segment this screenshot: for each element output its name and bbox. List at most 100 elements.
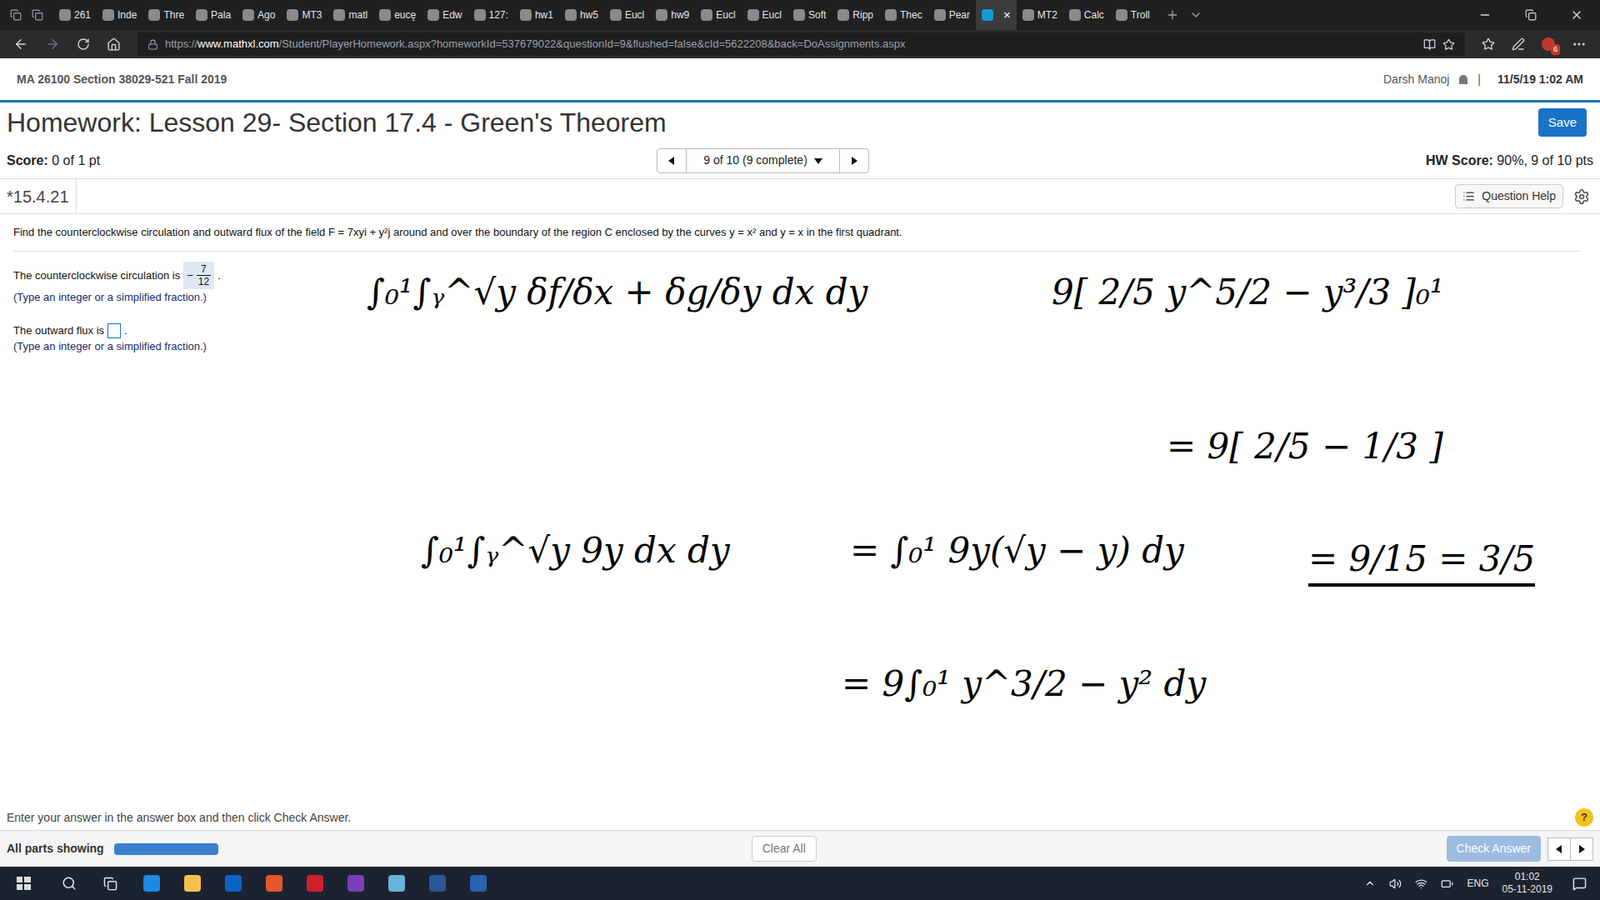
- tab-favicon-icon: [102, 9, 115, 21]
- home-icon[interactable]: [106, 37, 121, 52]
- browser-tab[interactable]: Thec: [879, 0, 929, 30]
- tab-favicon-icon: [427, 9, 440, 21]
- browser-tab[interactable]: 127:: [468, 0, 515, 30]
- favorites-icon[interactable]: [1481, 37, 1495, 51]
- search-icon[interactable]: [61, 875, 77, 891]
- refresh-icon[interactable]: [76, 37, 90, 51]
- tab-favicon-icon: [885, 9, 897, 21]
- clear-all-button[interactable]: Clear All: [751, 835, 817, 862]
- browser-tab[interactable]: eucę: [373, 0, 422, 30]
- browser-tab[interactable]: Eucl: [604, 0, 650, 30]
- browser-tab[interactable]: hw1: [514, 0, 560, 30]
- ink-annotation: 9[ 2/5 y^5/2 − y³/3 ]₀¹: [1051, 275, 1445, 310]
- browser-tab[interactable]: matl: [327, 0, 374, 30]
- task-view-icon[interactable]: [103, 876, 118, 891]
- tab-favicon-icon: [195, 9, 208, 21]
- question-help-button[interactable]: Question Help: [1455, 184, 1564, 209]
- forward-icon[interactable]: [45, 36, 60, 52]
- taskbar-app-icon[interactable]: [253, 866, 295, 900]
- browser-tab[interactable]: Pala: [190, 0, 237, 30]
- ink-annotation: ∫₀¹∫ᵧ^√y 9y dx dy: [420, 533, 730, 569]
- new-tab-icon[interactable]: [1165, 8, 1180, 22]
- prev-question[interactable]: [657, 149, 687, 173]
- more-icon[interactable]: [1571, 36, 1587, 52]
- prev-icon: [667, 156, 676, 165]
- ink-annotation: = 9[ 2/5 − 1/3 ]: [1166, 429, 1444, 465]
- answer-box[interactable]: −712: [183, 261, 215, 290]
- tab-set-icon[interactable]: [31, 9, 44, 21]
- close-icon[interactable]: [1570, 8, 1584, 22]
- tab-favicon-icon: [837, 9, 850, 21]
- check-answer-button[interactable]: Check Answer: [1446, 835, 1541, 862]
- browser-tab[interactable]: Calc: [1063, 0, 1110, 30]
- browser-tab[interactable]: Pear: [928, 0, 976, 30]
- taskbar-app-icon[interactable]: [335, 866, 376, 900]
- clock[interactable]: 01:0205-11-2019: [1502, 870, 1554, 896]
- prev-part-icon: [1555, 845, 1564, 854]
- language-indicator[interactable]: ENG: [1466, 875, 1489, 891]
- taskbar-app-icon[interactable]: [212, 866, 254, 900]
- browser-tab[interactable]: hw5: [559, 0, 605, 30]
- taskbar-app-icon[interactable]: [130, 866, 172, 900]
- tab-favicon-icon: [1115, 9, 1128, 21]
- wifi-icon[interactable]: [1415, 877, 1428, 890]
- browser-tab[interactable]: MT2: [1016, 0, 1064, 30]
- restore-icon[interactable]: [1525, 9, 1537, 21]
- tab-favicon-icon: [379, 9, 391, 21]
- windows-icon[interactable]: [0, 875, 49, 892]
- tab-favicon-icon: [474, 9, 486, 21]
- browser-tab[interactable]: Inde: [96, 0, 143, 30]
- settings-icon[interactable]: [1573, 188, 1590, 205]
- tray-expand-icon[interactable]: [1364, 877, 1376, 890]
- list-icon: [1462, 190, 1475, 203]
- minimize-icon[interactable]: [1478, 8, 1492, 22]
- browser-tab[interactable]: Ago: [236, 0, 281, 30]
- tab-favicon-icon: [655, 9, 668, 21]
- notifications-icon[interactable]: [1572, 876, 1587, 891]
- browser-tab[interactable]: Soft: [787, 0, 832, 30]
- next-question[interactable]: [839, 149, 869, 173]
- taskbar-app-icon[interactable]: [375, 866, 417, 900]
- tab-favicon-icon: [565, 9, 577, 21]
- browser-tab[interactable]: Edw: [421, 0, 468, 30]
- user-icon: [1459, 75, 1468, 85]
- next-icon: [850, 156, 859, 165]
- address-field[interactable]: https://www.mathxl.com/Student/PlayerHom…: [137, 32, 1465, 56]
- next-part[interactable]: [1570, 838, 1593, 860]
- browser-tab[interactable]: Eucl: [695, 0, 741, 30]
- back-icon[interactable]: [13, 36, 29, 52]
- tab-favicon-icon: [747, 9, 760, 21]
- browser-tab[interactable]: hw9: [650, 0, 695, 30]
- help-button[interactable]: ?: [1575, 808, 1594, 827]
- battery-icon[interactable]: [1440, 877, 1454, 890]
- favorite-icon[interactable]: [1442, 38, 1455, 51]
- browser-tab[interactable]: Ripp: [831, 0, 880, 30]
- browser-tab[interactable]: Thre: [142, 0, 190, 30]
- tab-favicon-icon: [1069, 9, 1081, 21]
- tab-favicon-icon: [610, 9, 622, 21]
- notes-icon[interactable]: [1511, 37, 1525, 51]
- title-row: Homework: Lesson 29- Section 17.4 - Gree…: [0, 102, 1600, 143]
- reading-view-icon[interactable]: [1423, 38, 1436, 51]
- browser-tab[interactable]: ×: [975, 0, 1017, 30]
- tab-favicon-icon: [242, 9, 255, 21]
- tab-favicon-icon: [286, 9, 299, 21]
- browser-tab[interactable]: MT3: [280, 0, 328, 30]
- volume-icon[interactable]: [1389, 877, 1402, 890]
- save-button[interactable]: Save: [1538, 108, 1587, 138]
- question-select[interactable]: 9 of 10 (9 complete): [686, 151, 840, 170]
- tab-favicon-icon: [700, 9, 713, 21]
- tab-favicon-icon: [333, 9, 345, 21]
- prev-part[interactable]: [1548, 838, 1571, 860]
- taskbar-app-icon[interactable]: [294, 866, 335, 900]
- tab-actions-icon[interactable]: [10, 9, 22, 21]
- taskbar-app-icon[interactable]: [416, 866, 458, 900]
- browser-tab[interactable]: 261: [53, 0, 97, 30]
- taskbar-app-icon[interactable]: [457, 866, 499, 900]
- tab-list-icon[interactable]: [1189, 8, 1203, 22]
- taskbar-app-icon[interactable]: [171, 866, 213, 900]
- browser-tab[interactable]: Troll: [1110, 0, 1156, 30]
- browser-tab[interactable]: Eucl: [741, 0, 788, 30]
- ink-annotation: ∫₀¹∫ᵧ^√y δf/δx + δg/δy dx dy: [366, 275, 868, 310]
- answer-box[interactable]: [107, 323, 121, 339]
